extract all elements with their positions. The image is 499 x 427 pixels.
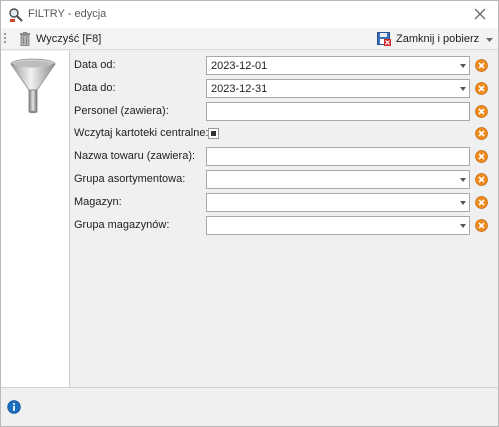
close-and-fetch-button[interactable]: Zamknij i pobierz [377, 31, 479, 47]
filter-form: Data od: 2023-12-01 Data do: 2023-12-31 Pers… [70, 51, 498, 387]
save-close-icon [377, 32, 391, 46]
close-and-fetch-label: Zamknij i pobierz [396, 33, 480, 45]
form-row: Data do: 2023-12-31 [70, 79, 498, 99]
search-filter-icon [8, 7, 24, 23]
clear-field-icon[interactable] [475, 150, 488, 163]
title-bar: FILTRY - edycja [1, 1, 498, 28]
form-row: Grupa asortymentowa: [70, 170, 498, 190]
form-row: Data od: 2023-12-01 [70, 56, 498, 76]
field-label: Grupa magazynów: [74, 219, 170, 231]
form-row: Magazyn: [70, 193, 498, 213]
combo-field[interactable] [206, 170, 470, 189]
combo-field[interactable]: 2023-12-01 [206, 56, 470, 75]
field-label: Personel (zawiera): [74, 105, 169, 117]
field-label: Grupa asortymentowa: [74, 173, 186, 185]
combo-field[interactable] [206, 193, 470, 212]
trash-icon [20, 32, 30, 46]
field-value: 2023-12-01 [211, 60, 268, 72]
clear-field-icon[interactable] [475, 82, 488, 95]
field-label: Data do: [74, 82, 116, 94]
clear-field-icon[interactable] [475, 59, 488, 72]
dropdown-arrow-icon[interactable] [460, 178, 466, 182]
dropdown-arrow-icon[interactable] [460, 224, 466, 228]
funnel-icon [10, 58, 56, 114]
info-icon[interactable] [7, 400, 21, 414]
field-label: Nazwa towaru (zawiera): [74, 150, 196, 162]
clear-field-icon[interactable] [475, 219, 488, 232]
field-value: 2023-12-31 [211, 83, 268, 95]
clear-field-icon[interactable] [475, 105, 488, 118]
field-label: Wczytaj kartoteki centralne: [74, 127, 209, 139]
clear-field-icon[interactable] [475, 173, 488, 186]
close-window-button[interactable] [472, 6, 488, 22]
form-row: Wczytaj kartoteki centralne: [70, 124, 498, 144]
status-bar [1, 387, 498, 426]
left-image-panel [1, 51, 70, 387]
text-field[interactable] [206, 102, 470, 121]
field-label: Data od: [74, 59, 116, 71]
toolbar: Wyczyść [F8] Zamknij i pobierz [1, 28, 498, 50]
clear-button[interactable]: Wyczyść [F8] [19, 31, 101, 47]
toolbar-grip-icon[interactable] [4, 33, 7, 45]
dropdown-arrow-icon[interactable] [460, 87, 466, 91]
clear-field-icon[interactable] [475, 196, 488, 209]
combo-field[interactable] [206, 216, 470, 235]
text-field[interactable] [206, 147, 470, 166]
filter-dialog-window: FILTRY - edycja Wyczyść [F8] Zamknij i p… [0, 0, 499, 427]
central-records-checkbox[interactable] [208, 128, 219, 139]
dropdown-arrow-icon[interactable] [460, 201, 466, 205]
clear-field-icon[interactable] [475, 127, 488, 140]
form-row: Grupa magazynów: [70, 216, 498, 236]
toolbar-overflow-chevron-icon[interactable] [485, 33, 494, 45]
combo-field[interactable]: 2023-12-31 [206, 79, 470, 98]
clear-button-label: Wyczyść [F8] [36, 33, 102, 45]
dropdown-arrow-icon[interactable] [460, 64, 466, 68]
form-row: Nazwa towaru (zawiera): [70, 147, 498, 167]
field-label: Magazyn: [74, 196, 122, 208]
form-row: Personel (zawiera): [70, 102, 498, 122]
window-title: FILTRY - edycja [28, 8, 107, 20]
close-icon [474, 8, 486, 20]
